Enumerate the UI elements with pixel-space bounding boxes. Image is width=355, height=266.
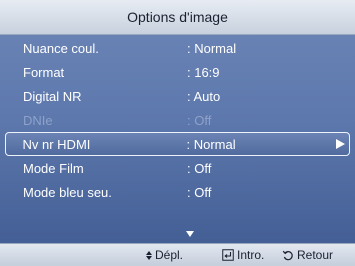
chevron-down-icon <box>186 231 194 237</box>
menu-item-dnie: DNIe : Off <box>5 108 350 132</box>
menu-item-value: : Off <box>187 160 212 176</box>
return-icon <box>282 250 293 261</box>
menu-item-value: : Auto <box>187 88 221 104</box>
menu-item-label: Nuance coul. <box>23 40 99 56</box>
hint-enter: Intro. <box>222 248 264 262</box>
hint-return-label: Retour <box>297 248 334 262</box>
enter-icon <box>222 249 234 261</box>
menu-item-label: DNIe <box>23 112 53 128</box>
title-bar: Options d'image <box>0 0 355 35</box>
menu-item-mode-film[interactable]: Mode Film : Off <box>5 156 350 180</box>
menu-item-value: : 16:9 <box>187 64 220 80</box>
updown-arrows-icon <box>146 250 152 260</box>
hint-enter-label: Intro. <box>237 248 265 262</box>
osd-window: Options d'image Nuance coul. : Normal Fo… <box>0 0 355 266</box>
menu-item-label: Mode bleu seu. <box>23 184 112 200</box>
footer-help-bar: Dépl. Intro. Retour <box>0 243 355 266</box>
menu-item-label: Mode Film <box>23 160 84 176</box>
hint-move: Dépl. <box>146 248 183 262</box>
options-menu: Nuance coul. : Normal Format : 16:9 Digi… <box>5 36 350 240</box>
hint-return: Retour <box>282 248 333 262</box>
menu-item-label: Format <box>23 64 65 80</box>
menu-item-value: : Off <box>187 184 212 200</box>
menu-item-mode-bleu-seu[interactable]: Mode bleu seu. : Off <box>5 180 350 204</box>
hint-move-label: Dépl. <box>155 248 184 262</box>
menu-item-value: : Off <box>187 112 212 128</box>
menu-item-value: : Normal <box>186 136 236 152</box>
menu-item-format[interactable]: Format : 16:9 <box>5 60 350 84</box>
menu-title: Options d'image <box>127 9 228 25</box>
menu-item-digital-nr[interactable]: Digital NR : Auto <box>5 84 350 108</box>
menu-item-value: : Normal <box>187 40 237 56</box>
menu-item-label: Nv nr HDMI <box>22 136 91 152</box>
menu-item-label: Digital NR <box>23 88 82 104</box>
menu-item-nv-nr-hdmi[interactable]: Nv nr HDMI : Normal <box>5 132 350 156</box>
chevron-right-icon <box>336 139 345 149</box>
menu-item-nuance-coul[interactable]: Nuance coul. : Normal <box>5 36 350 60</box>
